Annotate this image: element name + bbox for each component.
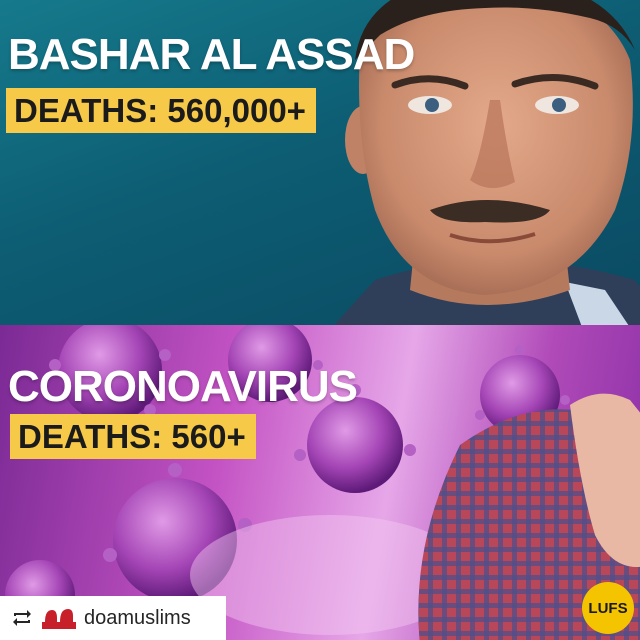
source-logo — [42, 609, 76, 629]
top-deaths-label: DEATHS: 560,000+ — [6, 88, 316, 133]
bottom-headline: CORONOAVIRUS — [8, 362, 358, 411]
source-username[interactable]: doamuslims — [84, 607, 191, 630]
bottom-deaths-label: DEATHS: 560+ — [10, 414, 256, 459]
repost-bar: doamuslims — [0, 596, 226, 640]
meme-image: BASHAR AL ASSAD DEATHS: 560,000+ CORONOA… — [0, 0, 640, 640]
repost-icon[interactable] — [10, 606, 34, 630]
top-headline: BASHAR AL ASSAD — [8, 30, 415, 79]
lufs-badge: LUFS — [582, 582, 634, 634]
bottom-panel: CORONOAVIRUS — [0, 325, 640, 640]
top-panel: BASHAR AL ASSAD DEATHS: 560,000+ — [0, 0, 640, 325]
lufs-badge-text: LUFS — [588, 599, 628, 617]
